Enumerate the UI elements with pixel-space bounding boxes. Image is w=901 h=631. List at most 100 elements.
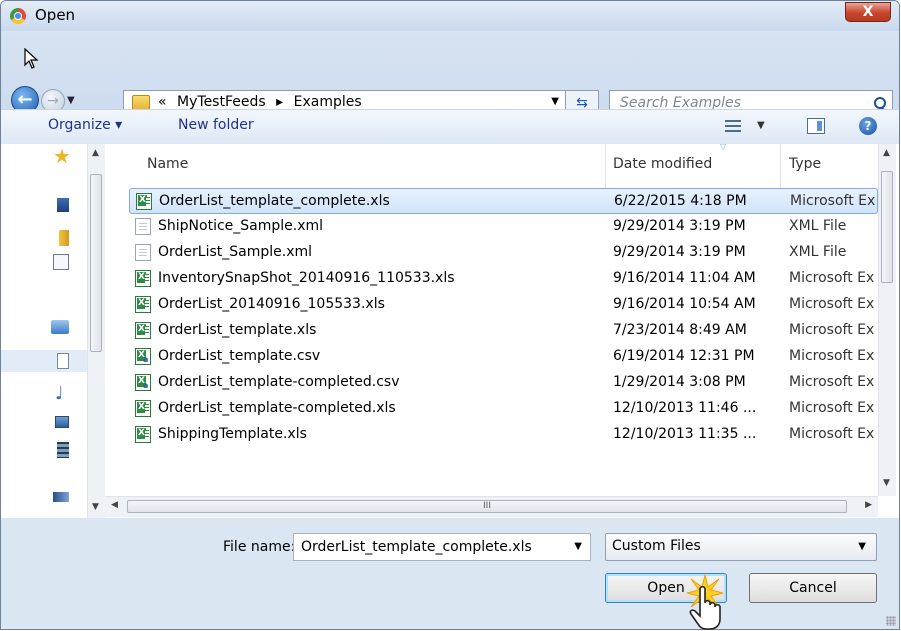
file-type: XML File — [789, 244, 847, 260]
documents-icon[interactable] — [57, 353, 69, 369]
sort-indicator-icon: ▽ — [720, 142, 727, 151]
arrow-cursor-icon — [24, 48, 39, 69]
column-header-date-modified[interactable]: Date modified — [613, 156, 712, 172]
preview-pane-icon[interactable] — [807, 118, 825, 134]
title-bar: Open X — [1, 1, 899, 31]
file-row[interactable]: OrderList_20140916_105533.xls 9/16/2014 1… — [129, 292, 878, 318]
file-type: Microsoft Ex — [789, 322, 875, 338]
help-icon[interactable]: ? — [859, 117, 877, 135]
file-name-chevron-down-icon[interactable]: ▼ — [574, 541, 582, 552]
file-date-modified: 9/29/2014 3:19 PM — [613, 218, 746, 234]
recent-locations-chevron-down-icon[interactable]: ▼ — [67, 95, 75, 106]
dialog-footer: File name: OrderList_template_complete.x… — [1, 518, 899, 629]
close-button[interactable]: X — [845, 2, 891, 22]
horizontal-scroll-thumb[interactable]: III — [127, 500, 847, 513]
column-divider[interactable] — [780, 144, 781, 188]
file-row[interactable]: OrderList_template-completed.csv 1/29/201… — [129, 370, 878, 396]
column-header-type[interactable]: Type — [789, 156, 821, 172]
file-row[interactable]: InventorySnapShot_20140916_110533.xls 9/1… — [129, 266, 878, 292]
file-name: OrderList_template-completed.csv — [158, 374, 400, 390]
window-title: Open — [35, 6, 76, 24]
breadcrumb-overflow[interactable]: « — [158, 94, 167, 110]
scroll-left-arrow-icon[interactable]: ◀ — [111, 500, 118, 510]
views-icon[interactable] — [725, 120, 741, 132]
file-row[interactable]: OrderList_template.xls 7/23/2014 8:49 AM M… — [129, 318, 878, 344]
computer-icon[interactable] — [53, 492, 69, 502]
breadcrumb-item-examples[interactable]: Examples — [294, 94, 362, 110]
scroll-down-arrow-icon[interactable]: ▼ — [92, 502, 99, 512]
file-name-value[interactable]: OrderList_template_complete.xls — [301, 539, 532, 555]
xml-file-icon — [135, 244, 151, 261]
xml-file-icon — [135, 218, 151, 235]
file-type: Microsoft Ex — [789, 426, 875, 442]
chrome-icon — [10, 8, 26, 24]
views-chevron-down-icon[interactable]: ▼ — [757, 120, 765, 131]
search-icon[interactable] — [874, 97, 886, 109]
file-date-modified: 12/10/2013 11:35 ... — [613, 426, 757, 442]
xls-file-icon — [135, 296, 151, 313]
vertical-scroll-thumb[interactable] — [881, 171, 893, 283]
organize-menu-button[interactable]: Organize ▾ — [48, 117, 122, 133]
navigation-bar: ← → ▼ « MyTestFeeds ▸ Examples ▼ ⇆ Searc… — [1, 31, 899, 116]
file-row[interactable]: ShipNotice_Sample.xml 9/29/2014 3:19 PM XM… — [129, 214, 878, 240]
scroll-up-arrow-icon[interactable]: ▲ — [883, 148, 890, 158]
favorites-star-icon[interactable]: ★ — [53, 146, 71, 166]
xls-file-icon — [135, 426, 151, 443]
cancel-button[interactable]: Cancel — [749, 573, 877, 603]
file-type-select[interactable]: Custom Files ▼ — [605, 533, 877, 561]
file-date-modified: 7/23/2014 8:49 AM — [613, 322, 747, 338]
xls-file-icon — [136, 193, 152, 210]
scroll-right-arrow-icon[interactable]: ▶ — [865, 500, 872, 510]
file-row[interactable]: OrderList_Sample.xml 9/29/2014 3:19 PM XML… — [129, 240, 878, 266]
pictures-icon[interactable] — [55, 416, 69, 428]
file-type: XML File — [789, 218, 847, 234]
videos-icon[interactable] — [57, 442, 69, 458]
column-header-name[interactable]: Name — [147, 156, 188, 172]
nav-pane-highlight — [1, 350, 87, 372]
file-name-field[interactable]: OrderList_template_complete.xls ▼ — [293, 533, 591, 561]
command-toolbar: Organize ▾ New folder ▼ ? — [1, 109, 899, 145]
nav-pane-scrollbar[interactable]: ▲ ▼ — [87, 144, 105, 518]
file-list-horizontal-scrollbar[interactable]: ◀ III ▶ — [105, 496, 878, 517]
file-name: OrderList_template-completed.xls — [158, 400, 396, 416]
xls-file-icon — [135, 400, 151, 417]
file-row[interactable]: ShippingTemplate.xls 12/10/2013 11:35 ...… — [129, 422, 878, 448]
file-list-vertical-scrollbar[interactable]: ▲ ▼ — [878, 144, 896, 496]
new-folder-button[interactable]: New folder — [178, 117, 254, 133]
file-name: OrderList_Sample.xml — [158, 244, 313, 260]
breadcrumb-item-mytestfeeds[interactable]: MyTestFeeds — [177, 94, 266, 110]
nav-pane-scroll-thumb[interactable] — [90, 174, 102, 352]
csv-file-icon — [135, 348, 151, 365]
recent-places-icon[interactable] — [53, 254, 69, 270]
xls-file-icon — [135, 270, 151, 287]
hand-cursor-icon — [689, 585, 721, 630]
open-file-dialog: Open X ← → ▼ « MyTestFeeds ▸ Examples ▼ … — [0, 0, 900, 630]
file-name: OrderList_template.xls — [158, 322, 317, 338]
breadcrumb-separator-icon[interactable]: ▸ — [276, 94, 283, 110]
file-row[interactable]: OrderList_template.csv 6/19/2014 12:31 PM… — [129, 344, 878, 370]
music-icon[interactable]: ♩ — [55, 385, 71, 403]
desktop-icon[interactable] — [57, 198, 69, 212]
file-date-modified: 9/16/2014 10:54 AM — [613, 296, 756, 312]
scroll-down-arrow-icon[interactable]: ▼ — [883, 478, 890, 488]
folder-icon — [132, 95, 150, 110]
file-type-chevron-down-icon[interactable]: ▼ — [858, 541, 866, 552]
resize-grip[interactable] — [886, 616, 896, 626]
address-chevron-down-icon[interactable]: ▼ — [551, 96, 559, 107]
breadcrumb: « MyTestFeeds ▸ Examples — [158, 94, 368, 110]
file-type: Microsoft Ex — [789, 296, 875, 312]
content-area: ★ ♩ ▲ ▼ ▽ Name Date modified Type Ord — [1, 142, 899, 518]
libraries-icon[interactable] — [51, 320, 69, 334]
file-row[interactable]: OrderList_template-completed.xls 12/10/20… — [129, 396, 878, 422]
xls-file-icon — [135, 322, 151, 339]
csv-file-icon — [135, 374, 151, 391]
file-row[interactable]: OrderList_template_complete.xls 6/22/2015… — [129, 188, 878, 214]
file-date-modified: 6/19/2014 12:31 PM — [613, 348, 755, 364]
file-list: ▽ Name Date modified Type OrderList_temp… — [105, 142, 878, 496]
downloads-folder-icon[interactable] — [59, 230, 69, 246]
column-divider[interactable] — [605, 144, 606, 188]
file-name: ShipNotice_Sample.xml — [158, 218, 324, 234]
file-name: OrderList_20140916_105533.xls — [158, 296, 385, 312]
scroll-up-arrow-icon[interactable]: ▲ — [92, 148, 99, 158]
file-type: Microsoft Ex — [790, 193, 876, 209]
